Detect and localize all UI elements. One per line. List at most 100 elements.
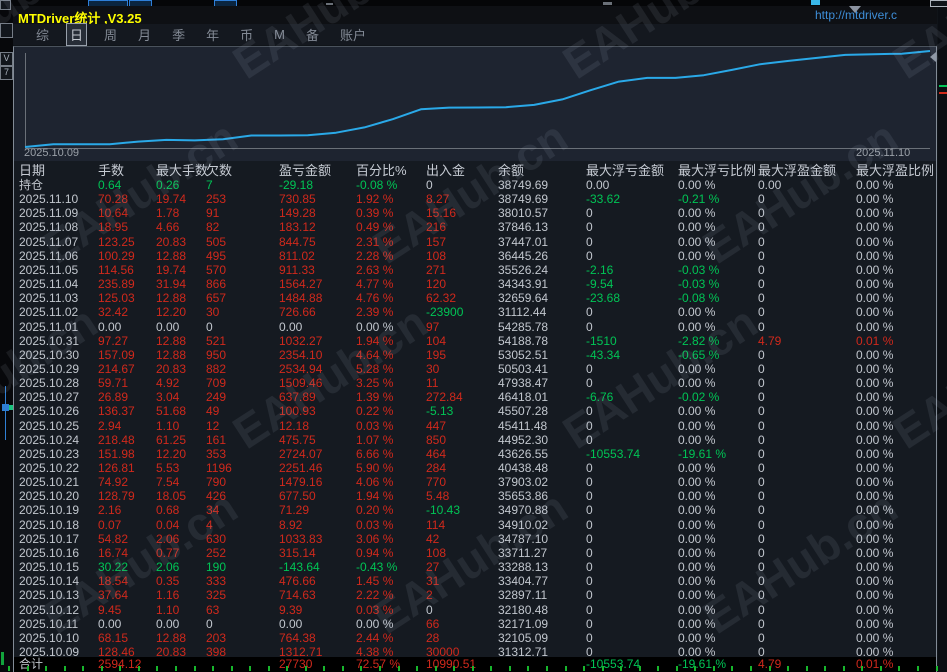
cell-percent: 2.44 % [356, 630, 394, 645]
cell-percent: 2.39 % [356, 305, 394, 320]
table-row: 2025.10.29 214.67 20.83 882 2534.94 5.28 % 30 5… [14, 362, 936, 376]
cell-date: 2025.11.01 [19, 319, 79, 334]
cell-max-float-profit-ratio: 0.00 % [856, 248, 894, 263]
menu-item-周[interactable]: 周 [100, 23, 121, 46]
cell-percent: 0.49 % [356, 220, 394, 235]
table-row: 2025.10.13 37.64 1.16 325 714.63 2.22 % 2 32897… [14, 588, 936, 602]
menu-item-备[interactable]: 备 [302, 23, 323, 46]
cell-in-out: 15.16 [426, 206, 457, 221]
menu-item-月[interactable]: 月 [134, 23, 155, 46]
cell-count: 0 [206, 616, 213, 631]
cell-max-float-loss: 0 [586, 361, 593, 376]
cell-profit-loss: 475.75 [279, 432, 316, 447]
time-axis-tick [8, 666, 10, 671]
cell-max-float-loss-ratio: 0.00 % [678, 461, 716, 475]
cell-max-float-profit: 0 [758, 545, 765, 560]
cell-max-float-loss: 0 [586, 489, 593, 504]
cell-date: 2025.10.23 [19, 446, 80, 461]
menu-item-账户[interactable]: 账户 [336, 23, 370, 46]
cell-max-float-profit-ratio: 0.00 % [856, 277, 894, 292]
cell-balance: 32105.09 [498, 630, 549, 645]
cell-in-out: 42 [426, 531, 440, 546]
cell-lots: 59.71 [98, 376, 129, 391]
cell-max-float-profit: 0 [758, 192, 765, 207]
cell-date: 2025.11.09 [19, 206, 79, 221]
cell-max-float-loss: 0 [586, 234, 593, 249]
table-row: 2025.10.23 151.98 12.20 353 2724.07 6.66 % 464… [14, 447, 936, 461]
cell-max-float-profit: 0 [758, 248, 765, 263]
cell-max-float-profit: 0 [758, 588, 765, 603]
cell-date: 2025.10.25 [19, 418, 80, 433]
table-row: 2025.10.17 54.82 2.06 630 1033.83 3.06 % 42 347… [14, 532, 936, 546]
cell-lots: 126.81 [98, 461, 135, 475]
cell-date: 2025.11.10 [19, 192, 79, 207]
cell-max-float-loss: -10553.74 [586, 657, 641, 671]
cell-in-out: 271 [426, 262, 447, 277]
cell-max-float-loss-ratio: -19.61 % [678, 446, 727, 461]
cell-max-float-loss: 0 [586, 574, 593, 589]
cell-in-out: 157 [426, 234, 447, 249]
table-row: 2025.11.09 10.64 1.78 91 149.28 0.39 % 15.16 38… [14, 206, 936, 220]
time-axis-tick [657, 666, 660, 671]
menu-item-年[interactable]: 年 [202, 23, 223, 46]
cell-balance: 38010.57 [498, 206, 549, 221]
cell-count: 630 [206, 531, 227, 546]
menu-item-币[interactable]: 币 [236, 23, 257, 46]
cell-profit-loss: 714.63 [279, 588, 316, 603]
cell-max-float-loss-ratio: 0.00 % [678, 220, 716, 235]
cell-max-lots: 7.54 [156, 475, 180, 490]
cell-max-float-loss-ratio: 0.00 % [678, 404, 716, 419]
toolbar-v-icon: V [0, 52, 13, 66]
cell-max-float-profit: 0 [758, 630, 765, 645]
cell-lots: 37.64 [98, 588, 129, 603]
menu-item-M[interactable]: M [270, 25, 289, 44]
cell-in-out: 447 [426, 418, 447, 433]
menu-item-季[interactable]: 季 [168, 23, 189, 46]
time-axis-tick [267, 666, 270, 671]
cell-max-float-loss: 0 [586, 404, 593, 419]
cell-in-out: 10990.51 [426, 657, 477, 671]
cell-percent: 0.03 % [356, 517, 394, 532]
cell-in-out: 0 [426, 178, 433, 192]
cell-lots: 16.74 [98, 545, 129, 560]
toolbar-fragment [326, 3, 333, 5]
vendor-url-link[interactable]: http://mtdriver.c [815, 8, 940, 22]
cell-max-float-loss: 0.00 [586, 178, 610, 192]
time-axis-tick [212, 666, 215, 671]
cell-max-float-profit-ratio: 0.00 % [856, 517, 894, 532]
chevron-down-icon[interactable] [849, 6, 861, 13]
table-row: 2025.10.31 97.27 12.88 521 1032.27 1.94 % 104 5… [14, 334, 936, 348]
cell-balance: 46418.01 [498, 390, 549, 405]
cell-in-out: -10.43 [426, 503, 461, 518]
cell-date: 2025.10.22 [19, 461, 80, 475]
cell-profit-loss: 730.85 [279, 192, 316, 207]
cell-in-out: 11 [426, 376, 439, 391]
cell-max-float-loss: 0 [586, 531, 593, 546]
cell-max-float-profit: 0 [758, 361, 765, 376]
cell-max-float-profit: 0 [758, 560, 765, 575]
cell-max-float-profit: 0 [758, 390, 765, 405]
cell-max-float-profit-ratio: 0.00 % [856, 461, 894, 475]
cell-percent: 0.00 % [356, 616, 394, 631]
cell-max-float-profit-ratio: 0.00 % [856, 531, 894, 546]
cell-date: 2025.10.18 [19, 517, 80, 532]
cell-max-float-profit: 0.00 [758, 178, 782, 192]
menu-item-综[interactable]: 综 [32, 23, 53, 46]
cell-max-lots: 31.94 [156, 277, 187, 292]
table-row: 2025.11.06 100.29 12.88 495 811.02 2.28 % 108 3… [14, 249, 936, 263]
cell-max-float-loss: 0 [586, 206, 593, 221]
scroll-left-arrow-icon[interactable] [930, 52, 936, 62]
cell-balance: 44952.30 [498, 432, 549, 447]
cell-count: 570 [206, 262, 227, 277]
time-axis-tick [490, 666, 493, 671]
cell-lots: 30.22 [98, 560, 129, 575]
cell-max-float-profit: 0 [758, 475, 765, 490]
cell-max-float-loss-ratio: 0.00 % [678, 503, 716, 518]
cell-percent: 1.45 % [356, 574, 394, 589]
cell-in-out: 97 [426, 319, 440, 334]
cell-max-float-loss-ratio: 0.00 % [678, 560, 716, 575]
cell-max-float-loss: -33.62 [586, 192, 621, 207]
table-row: 2025.10.26 136.37 51.68 49 100.93 0.22 % -5.13… [14, 404, 936, 418]
time-axis-tick [601, 666, 604, 671]
menu-item-日[interactable]: 日 [66, 23, 88, 46]
